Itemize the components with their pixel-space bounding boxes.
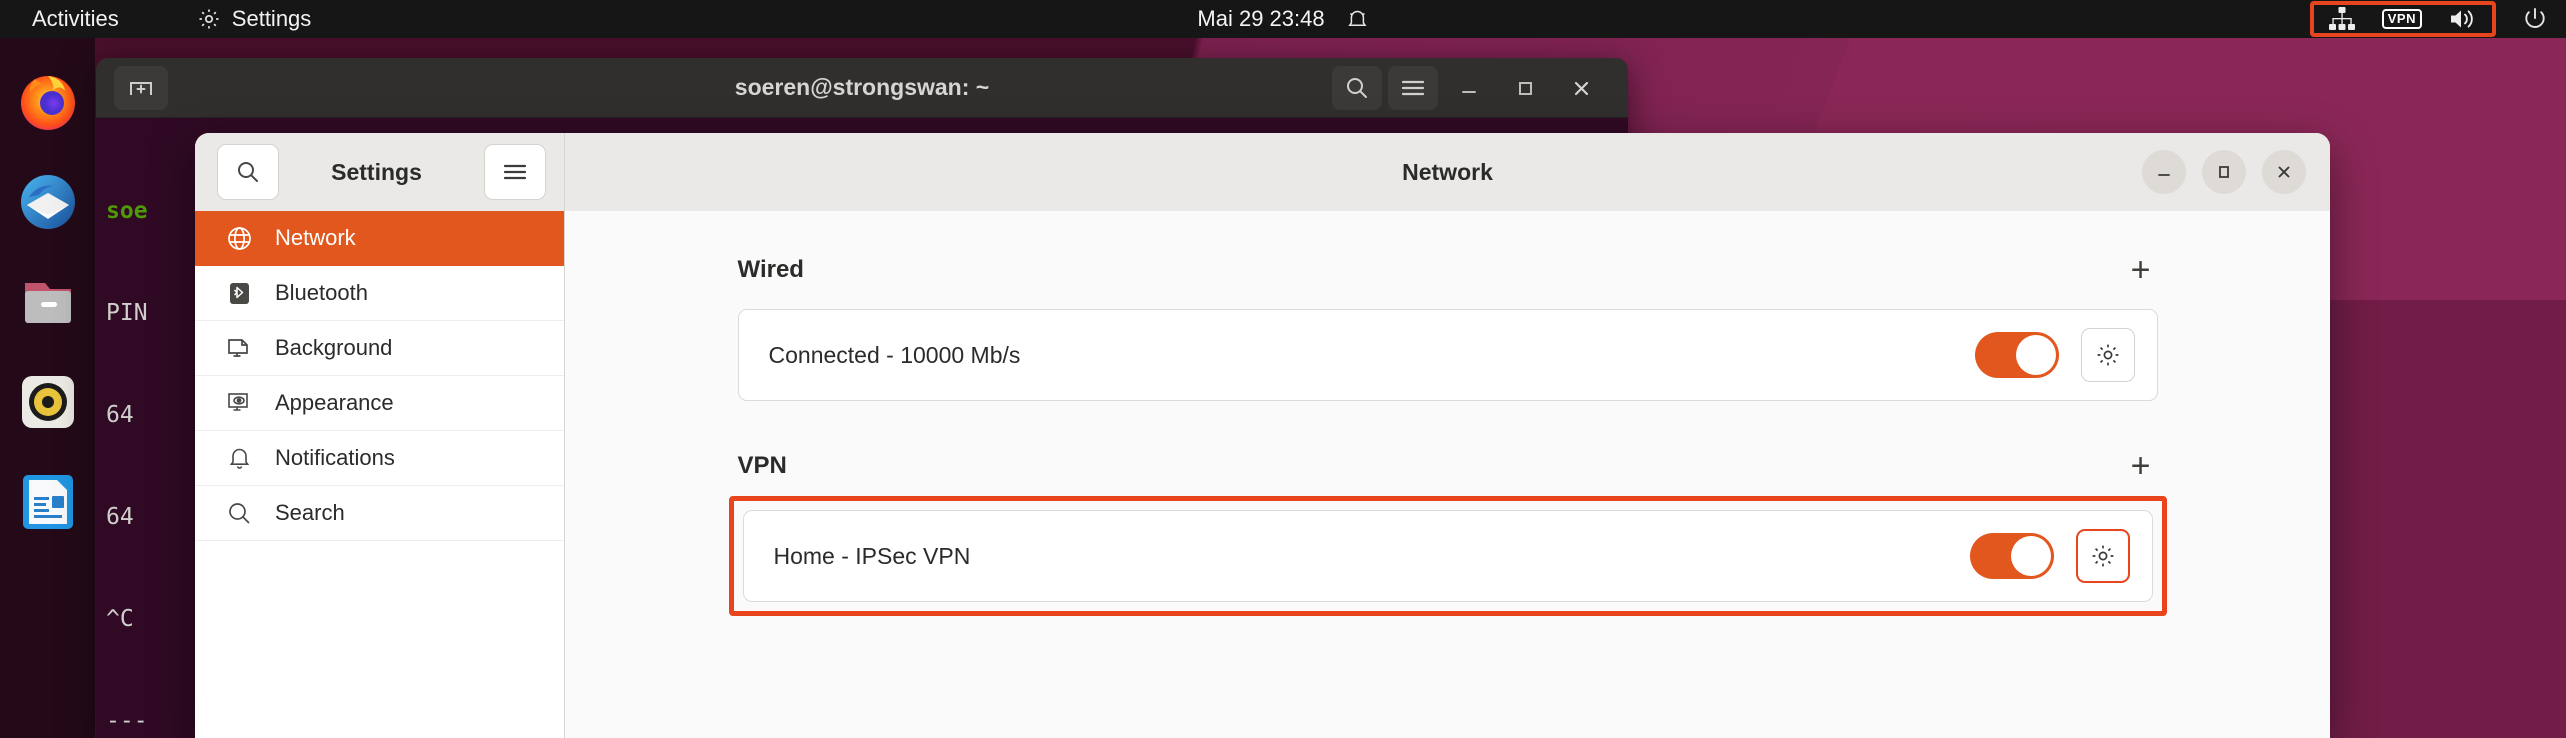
terminal-search-button[interactable] <box>1332 65 1382 110</box>
sidebar-item-bluetooth[interactable]: Bluetooth <box>195 266 564 321</box>
settings-close-button[interactable] <box>2262 150 2306 194</box>
sidebar-item-label: Network <box>275 225 356 250</box>
gear-icon <box>2094 341 2122 369</box>
settings-window: Settings Network Network Bluetooth Backg… <box>195 133 2330 738</box>
bluetooth-icon <box>225 279 253 307</box>
terminal-window-controls <box>1332 65 1628 110</box>
vpn-icon: VPN <box>2381 9 2422 29</box>
dock-item-firefox[interactable] <box>0 52 96 152</box>
dock-item-thunderbird[interactable] <box>0 152 96 252</box>
add-wired-button[interactable]: + <box>2124 253 2158 287</box>
terminal-line-prompt: soe <box>106 198 148 224</box>
settings-content: Wired + Connected - 10000 Mb/s VPN + Hom… <box>565 211 2330 738</box>
gear-icon <box>2089 542 2117 570</box>
sidebar-item-appearance[interactable]: Appearance <box>195 376 564 431</box>
dock <box>0 38 96 738</box>
sidebar-item-network[interactable]: Network <box>195 211 564 266</box>
firefox-icon <box>17 71 79 133</box>
top-bar: Activities Settings Mai 29 23:48 VPN <box>0 0 2566 38</box>
terminal-menu-button[interactable] <box>1388 65 1438 110</box>
gear-icon <box>197 7 221 31</box>
thunderbird-icon <box>17 171 79 233</box>
sidebar-item-label: Background <box>275 335 393 360</box>
files-icon <box>17 271 79 333</box>
terminal-line: ^C <box>106 606 134 632</box>
terminal-line: 64 <box>106 504 148 530</box>
status-icons-highlight[interactable]: VPN <box>2309 1 2496 37</box>
section-wired: Wired + Connected - 10000 Mb/s <box>737 253 2158 401</box>
network-wired-icon <box>2328 6 2356 32</box>
section-title: VPN <box>737 452 787 479</box>
app-menu-label: Settings <box>231 6 312 31</box>
new-tab-button[interactable] <box>114 65 168 110</box>
bell-icon <box>1347 7 1369 31</box>
settings-minimize-button[interactable] <box>2142 150 2186 194</box>
bell-icon <box>225 444 253 472</box>
dock-item-files[interactable] <box>0 252 96 352</box>
wired-connection-row[interactable]: Connected - 10000 Mb/s <box>737 309 2158 401</box>
terminal-maximize-button[interactable] <box>1500 66 1550 110</box>
settings-window-controls <box>2142 150 2330 194</box>
sidebar-item-notifications[interactable]: Notifications <box>195 431 564 486</box>
section-header: VPN + <box>738 449 2158 483</box>
sidebar-item-label: Search <box>275 500 345 525</box>
globe-icon <box>225 224 253 252</box>
vpn-row-controls <box>1969 529 2130 583</box>
settings-titlebar: Settings Network <box>195 133 2330 211</box>
appearance-icon <box>225 389 253 417</box>
vpn-toggle[interactable] <box>1969 533 2054 579</box>
clock-label: Mai 29 23:48 <box>1197 6 1325 31</box>
page-title: Network <box>1402 158 1493 185</box>
terminal-line: 64 <box>106 402 148 428</box>
wired-connection-label: Connected - 10000 Mb/s <box>768 341 1021 368</box>
sidebar-item-search[interactable]: Search <box>195 486 564 541</box>
settings-app-title: Settings <box>331 158 422 185</box>
power-icon[interactable] <box>2522 6 2548 32</box>
clock-menu[interactable]: Mai 29 23:48 <box>1197 6 1368 32</box>
wired-toggle[interactable] <box>1974 332 2059 378</box>
search-icon <box>225 499 253 527</box>
settings-sidebar: Network Bluetooth Background Appearance … <box>195 211 565 738</box>
section-vpn: VPN + Home - IPSec VPN <box>728 449 2167 616</box>
terminal-close-button[interactable] <box>1556 66 1606 110</box>
settings-titlebar-left: Settings <box>195 133 565 211</box>
settings-body: Network Bluetooth Background Appearance … <box>195 211 2330 738</box>
terminal-line: --- <box>106 708 162 734</box>
background-icon <box>225 334 253 362</box>
vpn-connection-row[interactable]: Home - IPSec VPN <box>742 510 2153 602</box>
rhythmbox-icon <box>17 371 79 433</box>
terminal-minimize-button[interactable] <box>1444 66 1494 110</box>
settings-maximize-button[interactable] <box>2202 150 2246 194</box>
sidebar-item-label: Bluetooth <box>275 280 368 305</box>
settings-titlebar-right: Network <box>565 133 2330 211</box>
vpn-row-highlight: Home - IPSec VPN <box>728 496 2167 616</box>
sidebar-item-background[interactable]: Background <box>195 321 564 376</box>
volume-icon <box>2448 6 2478 32</box>
wired-row-controls <box>1974 328 2135 382</box>
settings-menu-button[interactable] <box>484 144 546 200</box>
section-title: Wired <box>737 256 804 283</box>
vpn-connection-label: Home - IPSec VPN <box>773 542 971 569</box>
section-header: Wired + <box>738 253 2158 287</box>
wired-settings-button[interactable] <box>2080 328 2135 382</box>
add-vpn-button[interactable]: + <box>2124 449 2158 483</box>
terminal-line: PIN <box>106 300 148 326</box>
dock-item-rhythmbox[interactable] <box>0 352 96 452</box>
dock-item-libreoffice-writer[interactable] <box>0 452 96 552</box>
sidebar-item-label: Notifications <box>275 445 395 470</box>
vpn-settings-button[interactable] <box>2075 529 2130 583</box>
terminal-titlebar[interactable]: soeren@strongswan: ~ <box>96 58 1628 118</box>
app-menu-button[interactable]: Settings <box>197 6 312 32</box>
sidebar-item-label: Appearance <box>275 390 394 415</box>
libreoffice-writer-icon <box>17 471 79 533</box>
activities-button[interactable]: Activities <box>22 3 129 35</box>
system-status-area[interactable]: VPN <box>2309 0 2552 38</box>
